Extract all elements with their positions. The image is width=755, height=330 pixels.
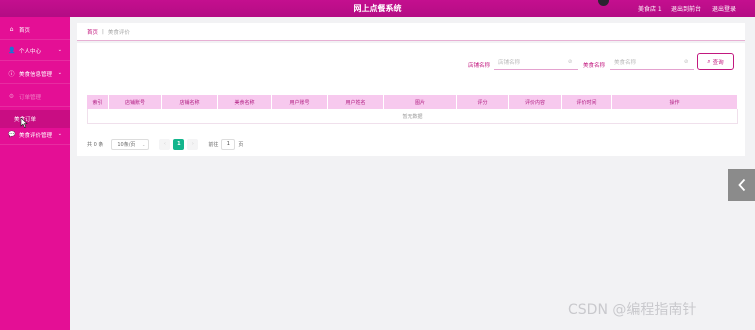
sidebar-item-label: 美食评价管理 bbox=[19, 132, 53, 139]
goto-suffix: 页 bbox=[238, 141, 244, 148]
breadcrumb-current: 美食评价 bbox=[107, 29, 130, 36]
total-count: 共 0 条 bbox=[87, 141, 104, 148]
clear-icon[interactable]: ⊘ bbox=[568, 59, 572, 65]
chevron-down-icon: ⌄ bbox=[57, 47, 62, 53]
goto-page-input[interactable]: 1 bbox=[221, 138, 236, 150]
column-header: 图片 bbox=[384, 95, 457, 109]
breadcrumb: 首页 | 美食评价 bbox=[77, 23, 745, 41]
sidebar-item-food-reviews[interactable]: 💬 美食评价管理 ⌄ bbox=[0, 125, 70, 145]
sidebar-item-home[interactable]: ⌂ 首页 bbox=[0, 20, 70, 40]
clear-icon[interactable]: ⊘ bbox=[684, 59, 688, 65]
sidebar-item-orders[interactable]: ⚙ 订单管理 bbox=[0, 87, 70, 107]
chevron-down-icon: ⌄ bbox=[57, 131, 62, 137]
gear-icon: ⚙ bbox=[8, 93, 15, 100]
column-header: 评价时间 bbox=[562, 95, 612, 109]
watermark: CSDN @编程指南针 bbox=[568, 302, 697, 318]
user-icon: 👤 bbox=[8, 47, 16, 54]
chevron-down-icon: ⌄ bbox=[57, 70, 62, 76]
sidebar-item-label: 美食信息管理 bbox=[19, 71, 53, 78]
shop-name-input[interactable] bbox=[494, 56, 578, 70]
top-bar: 网上点餐系统 美食店 1 退出到前台 退出登录 bbox=[0, 0, 755, 17]
page-size-select[interactable]: 10条/页 ⌄ bbox=[111, 138, 150, 150]
table-header-row: 索引 店铺账号 店铺名称 美食名称 用户账号 用户姓名 图片 评分 评价内容 评… bbox=[87, 95, 738, 109]
shop-name-label: 店铺名称 bbox=[468, 63, 491, 69]
goto-prefix: 前往 bbox=[208, 141, 219, 148]
empty-text: 暂无数据 bbox=[402, 113, 423, 120]
prev-page-button[interactable]: ‹ bbox=[159, 138, 171, 150]
breadcrumb-home[interactable]: 首页 bbox=[87, 28, 98, 36]
pagination: 共 0 条 10条/页 ⌄ ‹ 1 › 前往 1 页 bbox=[87, 138, 243, 150]
page-size-value: 10条/页 bbox=[117, 141, 136, 148]
sidebar-item-food-info[interactable]: ⓘ 美食信息管理 ⌄ bbox=[0, 64, 70, 84]
sidebar-item-label: 首页 bbox=[19, 27, 31, 34]
home-icon: ⌂ bbox=[9, 26, 14, 33]
reviews-table: 索引 店铺账号 店铺名称 美食名称 用户账号 用户姓名 图片 评分 评价内容 评… bbox=[87, 95, 738, 124]
column-header: 索引 bbox=[87, 95, 109, 109]
current-user: 美食店 1 bbox=[638, 6, 662, 13]
column-header: 店铺账号 bbox=[109, 95, 162, 109]
chevron-left-icon bbox=[737, 178, 745, 192]
column-header: 用户姓名 bbox=[328, 95, 384, 109]
table-empty-row: 暂无数据 bbox=[87, 109, 738, 124]
breadcrumb-separator: | bbox=[102, 28, 104, 35]
column-header: 用户账号 bbox=[272, 95, 328, 109]
column-header: 评价内容 bbox=[509, 95, 562, 109]
sidebar-item-label: 订单管理 bbox=[19, 94, 42, 101]
food-name-label: 美食名称 bbox=[583, 63, 606, 69]
query-button-label: 查询 bbox=[712, 59, 724, 66]
panel-toggle-button[interactable] bbox=[728, 169, 755, 201]
sidebar-item-profile[interactable]: 👤 个人中心 ⌄ bbox=[0, 41, 70, 61]
food-name-input[interactable] bbox=[610, 56, 694, 70]
column-header: 评分 bbox=[457, 95, 509, 109]
sidebar: ⌂ 首页 👤 个人中心 ⌄ ⓘ 美食信息管理 ⌄ ⚙ 订单管理 美食订单 💬 美… bbox=[0, 17, 70, 330]
main-panel: 店铺名称 ⊘ 美食名称 ⊘ ⌕ 查询 索引 店铺账号 店铺名称 美食名称 用户账… bbox=[77, 43, 745, 156]
mouse-cursor-icon bbox=[20, 118, 28, 128]
chevron-down-icon: ⌄ bbox=[142, 141, 146, 147]
sidebar-item-label: 个人中心 bbox=[19, 48, 42, 55]
chat-icon: 💬 bbox=[8, 131, 16, 138]
page-number-button[interactable]: 1 bbox=[173, 138, 185, 150]
info-icon: ⓘ bbox=[8, 71, 15, 78]
column-header: 店铺名称 bbox=[162, 95, 218, 109]
column-header: 美食名称 bbox=[218, 95, 272, 109]
logout-link[interactable]: 退出登录 bbox=[712, 4, 736, 13]
next-page-button[interactable]: › bbox=[187, 138, 199, 150]
query-button[interactable]: ⌕ 查询 bbox=[697, 53, 734, 70]
column-header: 操作 bbox=[612, 95, 738, 109]
chevron-right-icon: › bbox=[191, 141, 194, 147]
search-icon: ⌕ bbox=[707, 57, 711, 65]
back-to-frontend-link[interactable]: 退出到前台 bbox=[671, 4, 701, 13]
chevron-left-icon: ‹ bbox=[163, 141, 166, 147]
